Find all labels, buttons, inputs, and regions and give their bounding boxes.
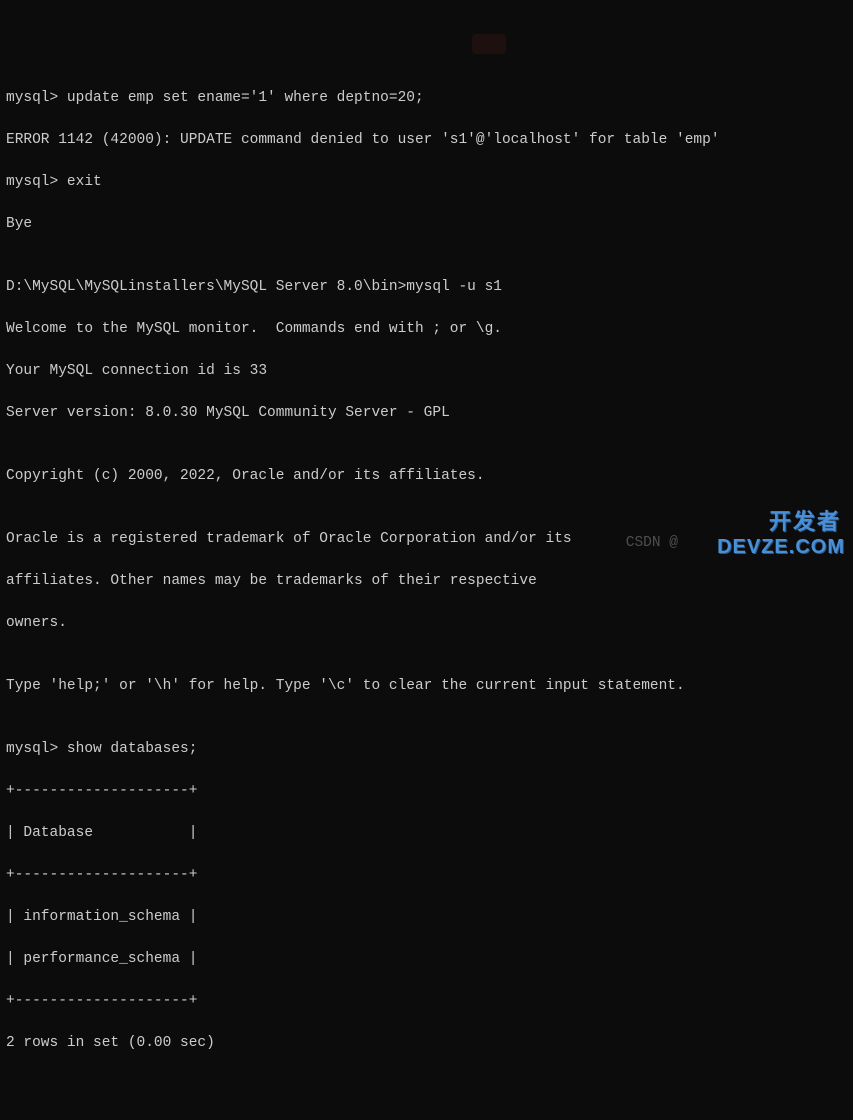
terminal-line: ERROR 1142 (42000): UPDATE command denie… (6, 130, 847, 151)
watermark-csdn: CSDN @ (626, 533, 678, 554)
terminal-line: +--------------------+ (6, 991, 847, 1012)
faint-overlay (472, 34, 506, 54)
terminal-line: Bye (6, 214, 847, 235)
terminal-line: +--------------------+ (6, 865, 847, 886)
watermark-cn: 开发者 (769, 511, 841, 532)
terminal-line: owners. (6, 613, 847, 634)
terminal-line: | Database | (6, 823, 847, 844)
terminal-line: D:\MySQL\MySQLinstallers\MySQL Server 8.… (6, 277, 847, 298)
terminal-line: Your MySQL connection id is 33 (6, 361, 847, 382)
terminal-line: mysql> update emp set ename='1' where de… (6, 88, 847, 109)
terminal-line: Copyright (c) 2000, 2022, Oracle and/or … (6, 466, 847, 487)
terminal-line: affiliates. Other names may be trademark… (6, 571, 847, 592)
terminal-line: Server version: 8.0.30 MySQL Community S… (6, 403, 847, 424)
terminal-line: | performance_schema | (6, 949, 847, 970)
watermark-devze: DEVZE.COM (717, 537, 845, 558)
terminal-line: Welcome to the MySQL monitor. Commands e… (6, 319, 847, 340)
terminal-line: mysql> show databases; (6, 739, 847, 760)
terminal-line: Type 'help;' or '\h' for help. Type '\c'… (6, 676, 847, 697)
terminal-line: 2 rows in set (0.00 sec) (6, 1033, 847, 1054)
terminal-line: +--------------------+ (6, 781, 847, 802)
terminal-line: | information_schema | (6, 907, 847, 928)
terminal-line: mysql> exit (6, 172, 847, 193)
